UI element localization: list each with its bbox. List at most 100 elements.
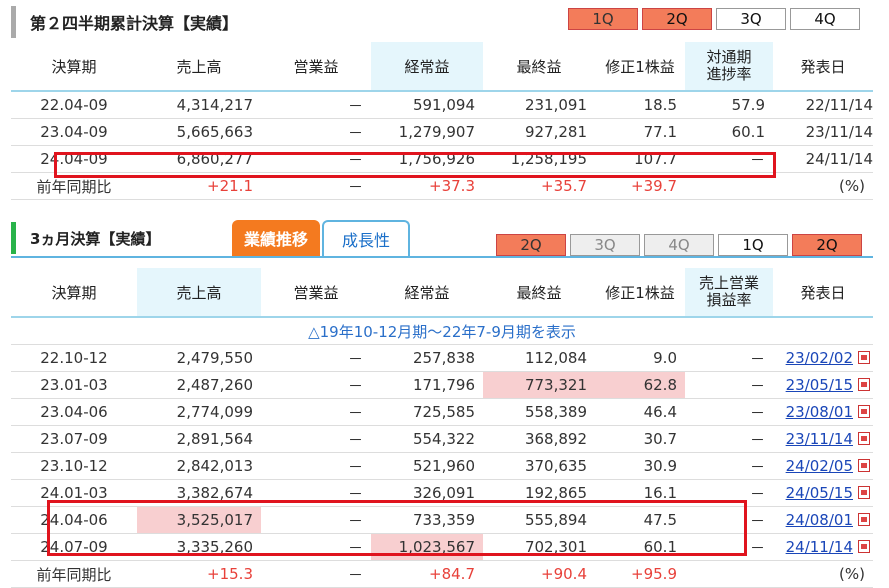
tab-4q[interactable]: 4Q <box>644 234 714 256</box>
yoy-cell: +15.3 <box>137 560 261 588</box>
table-cell: 4,314,217 <box>137 91 261 119</box>
yoy-cell: +90.4 <box>483 560 595 588</box>
report-date-link[interactable]: 23/05/15 <box>773 371 873 399</box>
table-cell: 171,796 <box>371 371 483 399</box>
table-cell: 370,635 <box>483 452 595 480</box>
table-cell: － <box>261 91 371 119</box>
table-cell: 9.0 <box>595 344 685 372</box>
tab-growth[interactable]: 成長性 <box>322 220 410 256</box>
table-row: 23.07-09 2,891,564 － 554,322 368,892 30.7 － 23/… <box>11 425 873 453</box>
table-row: 23.10-12 2,842,013 － 521,960 370,635 30.9 － 24/… <box>11 452 873 480</box>
pdf-icon[interactable] <box>858 432 870 445</box>
table-row: 23.01-03 2,487,260 － 171,796 773,321 62.8 － 23/… <box>11 371 873 399</box>
table-cell: 24/11/14 <box>773 145 873 173</box>
report-date[interactable]: 24/11/14 <box>786 538 853 556</box>
section2-bar <box>11 222 16 254</box>
section1-title: 第２四半期累計決算【実績】 <box>30 14 239 33</box>
col-date: 発表日 <box>773 268 873 318</box>
col-date: 発表日 <box>773 42 873 92</box>
yoy-row: 前年同期比 +15.3 － +84.7 +90.4 +95.9 (%) <box>11 560 873 588</box>
table-cell: 18.5 <box>595 91 685 119</box>
expand-link[interactable]: △19年10-12月期～22年7-9月期を表示 <box>11 317 873 345</box>
section1-quarter-tabs: 1Q 2Q 3Q 4Q <box>568 8 860 30</box>
tab-2q[interactable]: 2Q <box>792 234 862 256</box>
table-cell: 558,389 <box>483 398 595 426</box>
table-cell: 23.10-12 <box>11 452 137 480</box>
report-date[interactable]: 23/02/02 <box>786 349 853 367</box>
pdf-icon[interactable] <box>858 459 870 472</box>
yoy-cell: (%) <box>773 560 873 588</box>
section2-tab-underline <box>11 256 873 258</box>
table-cell: 2,891,564 <box>137 425 261 453</box>
table-cell: 554,322 <box>371 425 483 453</box>
col-eps: 修正1株益 <box>595 268 685 318</box>
table-cell: 591,094 <box>371 91 483 119</box>
tab-2q-prev[interactable]: 2Q <box>496 234 566 256</box>
table-row: 23.04-09 5,665,663 － 1,279,907 927,281 77.1 60… <box>11 118 873 146</box>
report-date-link[interactable]: 23/11/14 <box>773 425 873 453</box>
table-cell: 23.04-06 <box>11 398 137 426</box>
table-cell: 77.1 <box>595 118 685 146</box>
table-cell: － <box>261 452 371 480</box>
table-cell: 2,479,550 <box>137 344 261 372</box>
tab-2q[interactable]: 2Q <box>642 8 712 30</box>
report-date[interactable]: 23/08/01 <box>786 403 853 421</box>
section2-title: 3ヵ月決算【実績】 <box>30 229 161 248</box>
table-row: 22.10-12 2,479,550 － 257,838 112,084 9.0 － 23/0… <box>11 344 873 372</box>
yoy-cell: 前年同期比 <box>11 560 137 588</box>
col-ordinary: 経常益 <box>371 42 483 92</box>
table-cell: 231,091 <box>483 91 595 119</box>
report-date-link[interactable]: 23/02/02 <box>773 344 873 372</box>
report-date-link[interactable]: 24/02/05 <box>773 452 873 480</box>
report-date[interactable]: 24/02/05 <box>786 457 853 475</box>
report-date-link[interactable]: 24/05/15 <box>773 479 873 507</box>
table-cell: 112,084 <box>483 344 595 372</box>
pdf-icon[interactable] <box>858 486 870 499</box>
col-margin: 売上営業 損益率 <box>685 268 773 318</box>
table-cell: 23.01-03 <box>11 371 137 399</box>
report-date-link[interactable]: 24/11/14 <box>773 533 873 561</box>
tab-4q[interactable]: 4Q <box>790 8 860 30</box>
table-cell: － <box>261 118 371 146</box>
pdf-icon[interactable] <box>858 540 870 553</box>
pdf-icon[interactable] <box>858 351 870 364</box>
table-cell: 46.4 <box>595 398 685 426</box>
table-cell: 773,321 <box>483 371 595 399</box>
yoy-cell: +84.7 <box>371 560 483 588</box>
table-cell: 30.9 <box>595 452 685 480</box>
col-sales: 売上高 <box>137 268 261 318</box>
pdf-icon[interactable] <box>858 513 870 526</box>
table-cell: 23.07-09 <box>11 425 137 453</box>
table-row: 22.04-09 4,314,217 － 591,094 231,091 18.5 57.9… <box>11 91 873 119</box>
table-cell: － <box>685 371 773 399</box>
pdf-icon[interactable] <box>858 378 870 391</box>
tab-1q[interactable]: 1Q <box>718 234 788 256</box>
tab-1q[interactable]: 1Q <box>568 8 638 30</box>
pdf-icon[interactable] <box>858 405 870 418</box>
table-cell: 57.9 <box>685 91 773 119</box>
report-date[interactable]: 24/08/01 <box>786 511 853 529</box>
table-cell: 30.7 <box>595 425 685 453</box>
tab-performance[interactable]: 業績推移 <box>232 220 320 256</box>
report-date-link[interactable]: 24/08/01 <box>773 506 873 534</box>
col-operating: 営業益 <box>261 42 371 92</box>
table-cell: 725,585 <box>371 398 483 426</box>
report-date[interactable]: 23/11/14 <box>786 430 853 448</box>
report-date-link[interactable]: 23/08/01 <box>773 398 873 426</box>
col-eps: 修正1株益 <box>595 42 685 92</box>
section2-quarter-tabs: 2Q 3Q 4Q 1Q 2Q <box>496 234 862 256</box>
report-date[interactable]: 24/05/15 <box>786 484 853 502</box>
table-cell: 257,838 <box>371 344 483 372</box>
tab-3q[interactable]: 3Q <box>570 234 640 256</box>
section2-header-row: 決算期 売上高 営業益 経常益 最終益 修正1株益 売上営業 損益率 発表日 <box>11 268 873 318</box>
table-cell: 22.10-12 <box>11 344 137 372</box>
section1-bar <box>11 6 16 38</box>
col-sales: 売上高 <box>137 42 261 92</box>
table-cell: － <box>261 425 371 453</box>
table-cell: 22.04-09 <box>11 91 137 119</box>
tab-3q[interactable]: 3Q <box>716 8 786 30</box>
report-date[interactable]: 23/05/15 <box>786 376 853 394</box>
col-period: 決算期 <box>11 42 137 92</box>
col-margin-label: 売上営業 損益率 <box>698 274 759 309</box>
table-cell: 927,281 <box>483 118 595 146</box>
